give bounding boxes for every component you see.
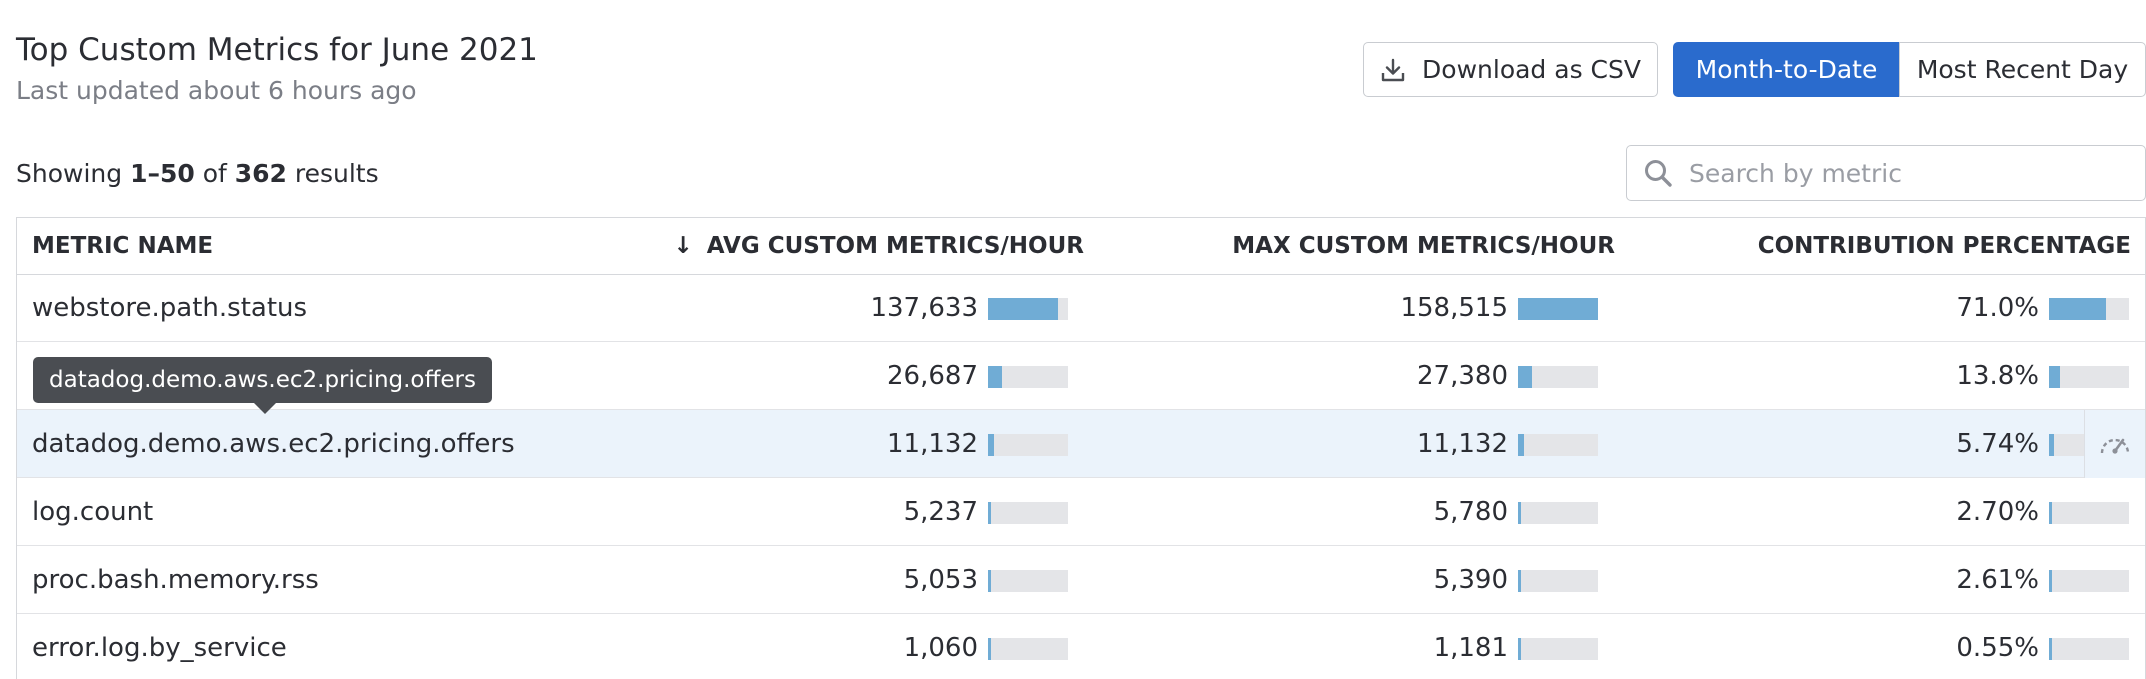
max-bar-fill (1518, 638, 1521, 660)
column-header-metric-name[interactable]: METRIC NAME (32, 218, 213, 275)
column-header-avg[interactable]: ↓ AVG CUSTOM METRICS/HOUR (674, 218, 1084, 275)
avg-value-cell: 26,687 (887, 361, 978, 391)
max-bar-fill (1518, 366, 1532, 388)
arrow-down-icon: ↓ (673, 233, 693, 259)
contribution-value-cell: 5.74% (1956, 429, 2039, 459)
metric-name-cell[interactable]: webstore.path.status (32, 274, 307, 342)
metrics-table: METRIC NAME ↓ AVG CUSTOM METRICS/HOUR MAX… (16, 217, 2146, 679)
max-value-cell: 1,181 (1433, 633, 1508, 663)
contribution-value-cell: 0.55% (1956, 633, 2039, 663)
max-value-cell: 158,515 (1400, 293, 1508, 323)
avg-value-cell: 137,633 (870, 293, 978, 323)
avg-value-cell: 1,060 (903, 633, 978, 663)
avg-bar (988, 434, 1068, 456)
contribution-bar (2049, 298, 2129, 320)
max-bar-fill (1518, 298, 1598, 320)
table-row[interactable]: error.log.by_service 1,060 1,181 0.55% (17, 614, 2145, 679)
max-bar (1518, 298, 1598, 320)
download-csv-button[interactable]: Download as CSV (1363, 42, 1658, 97)
contribution-bar (2049, 570, 2129, 592)
table-header: METRIC NAME ↓ AVG CUSTOM METRICS/HOUR MAX… (17, 218, 2145, 275)
avg-bar-fill (988, 366, 1002, 388)
avg-value-cell: 5,053 (903, 565, 978, 595)
contribution-value-cell: 2.70% (1956, 497, 2039, 527)
avg-bar-fill (988, 638, 991, 660)
contribution-value-cell: 2.61% (1956, 565, 2039, 595)
metric-name-cell[interactable]: datadog.demo.aws.ec2.pricing.offers (32, 410, 515, 478)
avg-bar (988, 298, 1068, 320)
metric-search-input[interactable] (1687, 157, 2131, 189)
metric-name-tooltip: datadog.demo.aws.ec2.pricing.offers (33, 357, 492, 414)
contribution-value-cell: 71.0% (1956, 293, 2039, 323)
custom-metrics-page: Top Custom Metrics for June 2021 Last up… (0, 0, 2146, 679)
metric-name-cell[interactable]: error.log.by_service (32, 614, 287, 679)
table-row[interactable]: webstore.path.status 137,633 158,515 71.0% (17, 274, 2145, 342)
max-bar (1518, 570, 1598, 592)
contribution-bar-fill (2049, 502, 2052, 524)
avg-bar (988, 366, 1068, 388)
contribution-bar-fill (2049, 366, 2060, 388)
gauge-icon[interactable] (2084, 410, 2145, 478)
avg-bar (988, 638, 1068, 660)
max-bar (1518, 434, 1598, 456)
month-to-date-toggle[interactable]: Month-to-Date (1673, 42, 1900, 97)
max-value-cell: 5,780 (1433, 497, 1508, 527)
metric-name-cell[interactable]: proc.bash.memory.rss (32, 546, 319, 614)
contribution-bar (2049, 366, 2129, 388)
max-bar (1518, 366, 1598, 388)
column-header-max[interactable]: MAX CUSTOM METRICS/HOUR (1232, 218, 1615, 275)
avg-value-cell: 5,237 (903, 497, 978, 527)
contribution-bar-fill (2049, 434, 2054, 456)
avg-bar (988, 570, 1068, 592)
max-value-cell: 5,390 (1433, 565, 1508, 595)
search-icon (1645, 160, 1672, 187)
last-updated-text: Last updated about 6 hours ago (16, 76, 417, 105)
contribution-bar-fill (2049, 570, 2052, 592)
contribution-bar (2049, 638, 2129, 660)
max-bar-fill (1518, 502, 1521, 524)
metric-name-cell[interactable]: log.count (32, 478, 153, 546)
max-bar (1518, 502, 1598, 524)
table-row[interactable]: datadog.demo.aws.ec2.pricing.offers 11,13… (17, 410, 2145, 478)
avg-bar-fill (988, 298, 1058, 320)
contribution-bar-fill (2049, 298, 2106, 320)
column-header-contribution[interactable]: CONTRIBUTION PERCENTAGE (1758, 218, 2131, 275)
metric-search-box[interactable] (1626, 145, 2146, 201)
avg-bar-fill (988, 502, 991, 524)
avg-value-cell: 11,132 (887, 429, 978, 459)
download-icon (1381, 58, 1405, 81)
most-recent-day-toggle[interactable]: Most Recent Day (1899, 42, 2146, 97)
table-row[interactable]: proc.bash.memory.rss 5,053 5,390 2.61% (17, 546, 2145, 614)
contribution-value-cell: 13.8% (1956, 361, 2039, 391)
max-bar-fill (1518, 570, 1521, 592)
contribution-bar-fill (2049, 638, 2052, 660)
avg-bar-fill (988, 570, 991, 592)
max-value-cell: 11,132 (1417, 429, 1508, 459)
page-title: Top Custom Metrics for June 2021 (16, 32, 538, 68)
max-bar (1518, 638, 1598, 660)
avg-bar-fill (988, 434, 994, 456)
contribution-bar (2049, 502, 2129, 524)
table-row[interactable]: log.count 5,237 5,780 2.70% (17, 478, 2145, 546)
max-bar-fill (1518, 434, 1524, 456)
avg-bar (988, 502, 1068, 524)
download-csv-label: Download as CSV (1422, 55, 1641, 84)
max-value-cell: 27,380 (1417, 361, 1508, 391)
results-count: Showing 1–50 of 362 results (16, 159, 379, 188)
